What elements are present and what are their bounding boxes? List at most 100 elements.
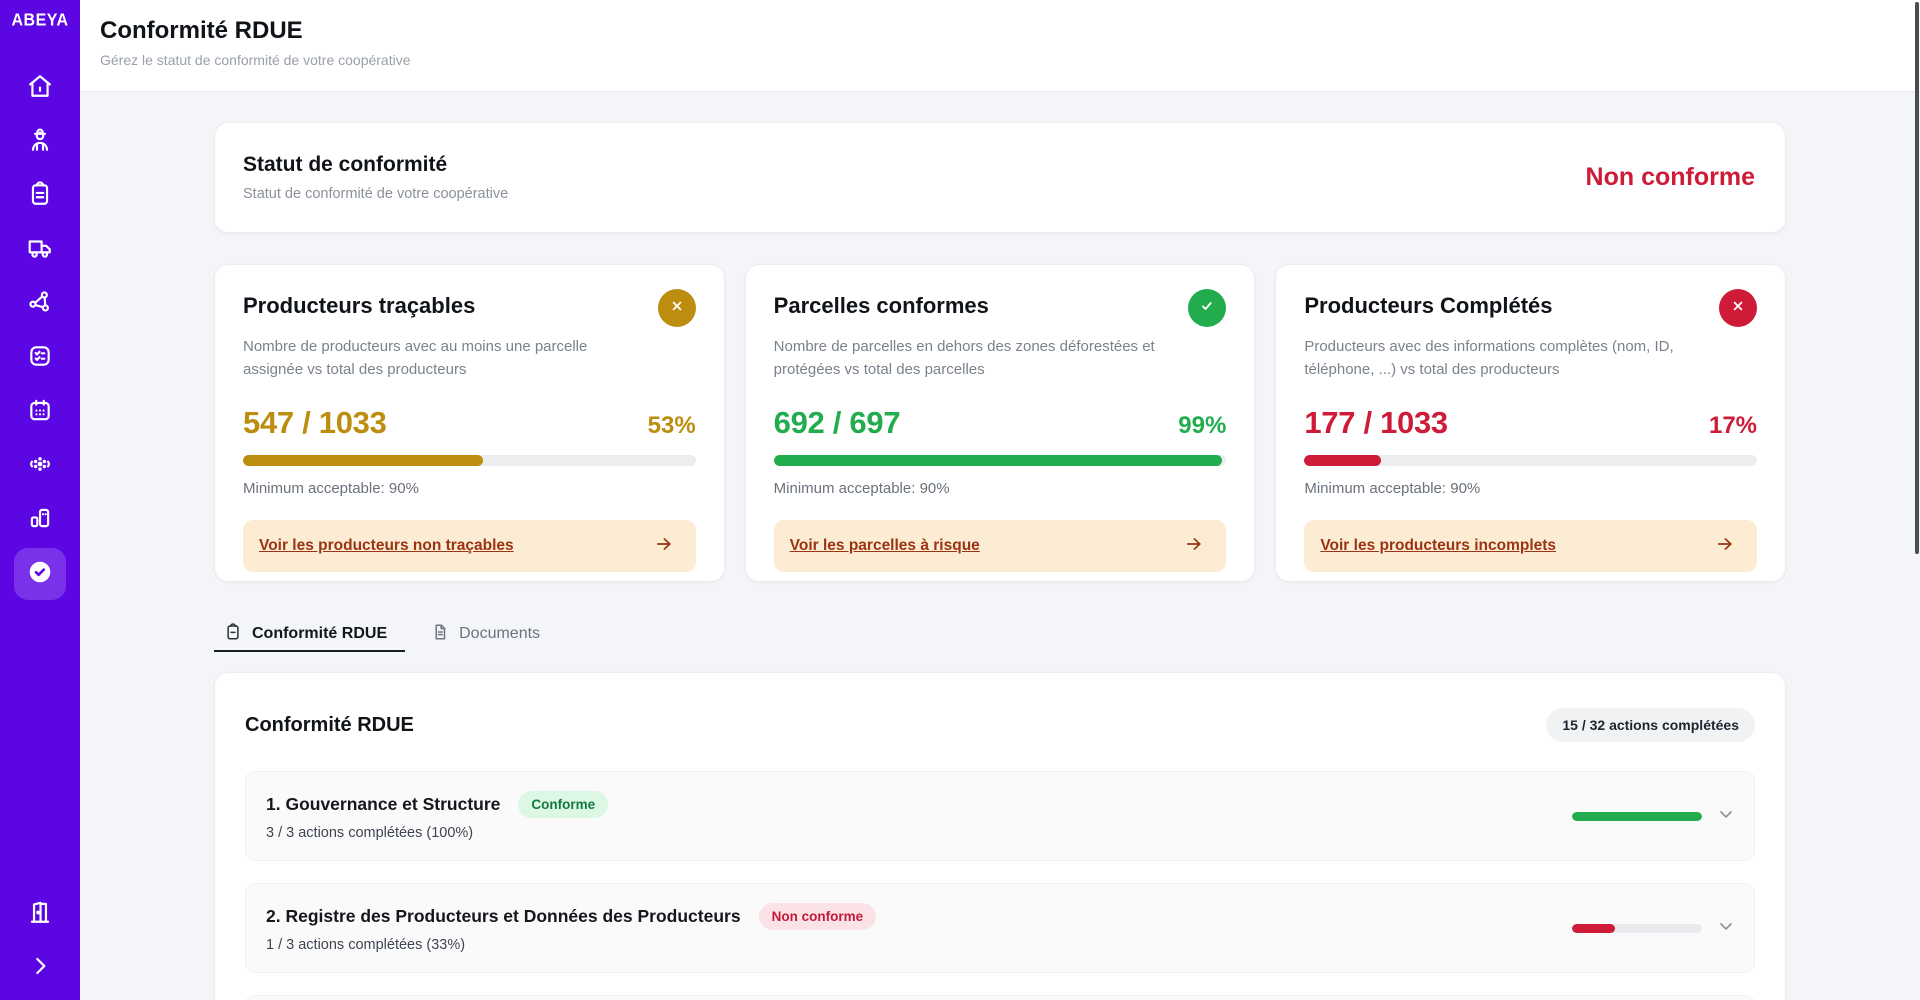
compliance-panel: Conformité RDUE 15 / 32 actions complété… (214, 672, 1786, 1000)
kpi-progress-fill (243, 455, 483, 466)
chevron-down-icon[interactable] (1716, 804, 1736, 829)
compliance-status-value: Non conforme (1586, 163, 1755, 192)
arrow-right-icon (1715, 534, 1735, 559)
scrollbar[interactable] (1915, 2, 1919, 554)
view-risk-parcels-link[interactable]: Voir les parcelles à risque (774, 520, 1227, 572)
kpi-card-parcelles-conformes: Parcelles conformes Nombre de parcelles … (745, 264, 1256, 582)
tab-bar: Conformité RDUE Documents (214, 618, 1786, 652)
kpi-minimum-label: Minimum acceptable: 90% (1304, 480, 1757, 497)
accordion-section-next[interactable] (245, 995, 1755, 1000)
content-area: Conformité RDUE Gérez le statut de confo… (80, 0, 1920, 1000)
chevron-down-icon[interactable] (1716, 916, 1736, 941)
section-progress-track (1572, 812, 1702, 821)
kpi-percent: 53% (648, 412, 696, 440)
sidebar-item-exit[interactable] (14, 888, 66, 940)
clipboard-icon (224, 623, 242, 646)
clipboard-icon (27, 181, 53, 212)
kpi-description: Producteurs avec des informations complè… (1304, 336, 1704, 381)
kpi-progress-track (774, 455, 1227, 466)
kpi-minimum-label: Minimum acceptable: 90% (774, 480, 1227, 497)
x-icon (668, 297, 686, 320)
sidebar-item-compliance[interactable] (14, 548, 66, 600)
status-check-badge (1188, 289, 1226, 327)
x-icon (1729, 297, 1747, 320)
section-progress-fill (1572, 924, 1615, 933)
badge-check-icon (27, 559, 53, 590)
section-progress-text: 3 / 3 actions complétées (100%) (266, 825, 608, 841)
tab-label: Conformité RDUE (252, 625, 387, 643)
document-icon (431, 623, 449, 646)
kpi-percent: 99% (1178, 412, 1226, 440)
accordion-section-registre[interactable]: 2. Registre des Producteurs et Données d… (245, 883, 1755, 973)
kpi-value: 692 / 697 (774, 405, 901, 441)
door-icon (27, 899, 53, 930)
kpi-title: Producteurs Complétés (1304, 291, 1552, 319)
accordion-section-gouvernance[interactable]: 1. Gouvernance et Structure Conforme 3 /… (245, 771, 1755, 861)
sidebar-item-calendar[interactable] (14, 386, 66, 438)
kpi-progress-track (243, 455, 696, 466)
section-title: 2. Registre des Producteurs et Données d… (266, 906, 741, 927)
checklist-icon (27, 343, 53, 374)
kpi-description: Nombre de producteurs avec au moins une … (243, 336, 643, 381)
stats-icon (27, 505, 53, 536)
arrow-right-icon (654, 534, 674, 559)
sidebar-item-home[interactable] (14, 62, 66, 114)
link-label: Voir les parcelles à risque (790, 537, 980, 555)
kpi-value: 547 / 1033 (243, 405, 387, 441)
kpi-card-producteurs-tracables: Producteurs traçables Nombre de producte… (214, 264, 725, 582)
truck-icon (27, 235, 53, 266)
actions-progress-badge: 15 / 32 actions complétées (1546, 708, 1755, 742)
section-title: 1. Gouvernance et Structure (266, 794, 500, 815)
view-untraceable-producers-link[interactable]: Voir les producteurs non traçables (243, 520, 696, 572)
view-incomplete-producers-link[interactable]: Voir les producteurs incomplets (1304, 520, 1757, 572)
app-root: ABEYA (0, 0, 1920, 1000)
tab-documents[interactable]: Documents (421, 618, 558, 652)
status-card-title: Statut de conformité (243, 153, 508, 177)
main-scroll-area: Statut de conformité Statut de conformit… (80, 92, 1920, 1000)
sidebar-expand-button[interactable] (14, 942, 66, 994)
chevron-right-icon (27, 953, 53, 984)
kpi-percent: 17% (1709, 412, 1757, 440)
sidebar-item-network[interactable] (14, 278, 66, 330)
section-progress-fill (1572, 812, 1702, 821)
sidebar-item-stats[interactable] (14, 494, 66, 546)
sidebar-nav (14, 62, 66, 600)
kpi-description: Nombre de parcelles en dehors des zones … (774, 336, 1174, 381)
sidebar-item-producers[interactable] (14, 116, 66, 168)
home-icon (27, 73, 53, 104)
compliance-status-card: Statut de conformité Statut de conformit… (214, 122, 1786, 233)
status-x-badge (658, 289, 696, 327)
kpi-minimum-label: Minimum acceptable: 90% (243, 480, 696, 497)
section-progress-track (1572, 924, 1702, 933)
sidebar: ABEYA (0, 0, 80, 1000)
kpi-title: Parcelles conformes (774, 291, 989, 319)
kpi-progress-track (1304, 455, 1757, 466)
status-card-subtitle: Statut de conformité de votre coopérativ… (243, 186, 508, 202)
kpi-value: 177 / 1033 (1304, 405, 1448, 441)
kpi-title: Producteurs traçables (243, 291, 475, 319)
tab-conformite-rdue[interactable]: Conformité RDUE (214, 618, 405, 652)
tab-label: Documents (459, 625, 540, 643)
calendar-icon (27, 397, 53, 428)
sidebar-item-logistics[interactable] (14, 224, 66, 276)
kpi-card-row: Producteurs traçables Nombre de producte… (214, 264, 1786, 582)
page-title: Conformité RDUE (100, 17, 1920, 45)
panel-title: Conformité RDUE (245, 714, 414, 737)
sidebar-item-registry[interactable] (14, 170, 66, 222)
network-icon (27, 289, 53, 320)
sidebar-footer (14, 888, 66, 1000)
status-badge: Conforme (518, 791, 608, 818)
page-subtitle: Gérez le statut de conformité de votre c… (100, 52, 1920, 68)
kpi-card-producteurs-completes: Producteurs Complétés Producteurs avec d… (1275, 264, 1786, 582)
link-label: Voir les producteurs non traçables (259, 537, 514, 555)
check-icon (1198, 297, 1216, 320)
status-x-badge (1719, 289, 1757, 327)
kpi-progress-fill (774, 455, 1222, 466)
team-icon (27, 451, 53, 482)
kpi-progress-fill (1304, 455, 1381, 466)
page-header: Conformité RDUE Gérez le statut de confo… (80, 0, 1920, 92)
sidebar-item-tasks[interactable] (14, 332, 66, 384)
status-badge: Non conforme (759, 903, 877, 930)
sidebar-item-team[interactable] (14, 440, 66, 492)
section-progress-text: 1 / 3 actions complétées (33%) (266, 937, 876, 953)
